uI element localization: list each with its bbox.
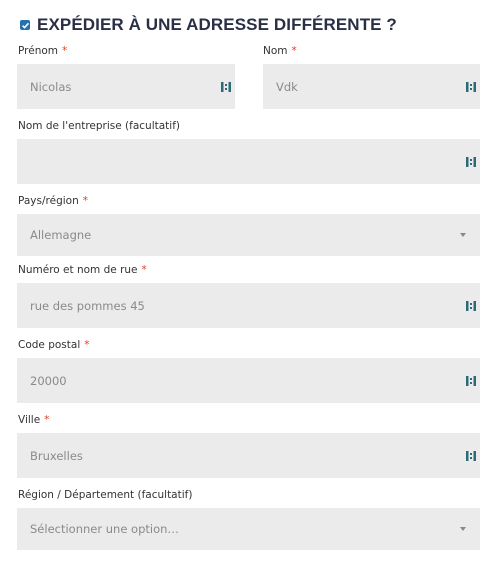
street-label: Numéro et nom de rue * xyxy=(18,264,147,276)
city-value: Bruxelles xyxy=(30,448,83,463)
country-label: Pays/région * xyxy=(18,195,88,207)
city-label: Ville * xyxy=(18,414,49,426)
street-label-text: Numéro et nom de rue xyxy=(18,264,138,276)
required-mark: * xyxy=(82,195,88,207)
ship-to-different-address-heading: EXPÉDIER À UNE ADRESSE DIFFÉRENTE ? xyxy=(20,14,397,36)
required-mark: * xyxy=(84,339,90,351)
postcode-label: Code postal * xyxy=(18,339,90,351)
region-select[interactable]: Sélectionner une option… xyxy=(17,508,480,550)
postcode-field[interactable]: 20000 xyxy=(17,358,480,403)
company-label: Nom de l'entreprise (facultatif) xyxy=(18,120,180,132)
country-label-text: Pays/région xyxy=(18,195,79,207)
postcode-value: 20000 xyxy=(30,373,67,388)
region-label: Région / Département (facultatif) xyxy=(18,489,192,501)
required-mark: * xyxy=(62,45,68,57)
password-manager-icon[interactable] xyxy=(466,375,476,387)
first-name-field[interactable]: Nicolas xyxy=(17,64,235,109)
chevron-down-icon xyxy=(460,233,466,237)
postcode-label-text: Code postal xyxy=(18,339,81,351)
password-manager-icon[interactable] xyxy=(466,81,476,93)
last-name-label-text: Nom xyxy=(263,45,288,57)
last-name-field[interactable]: Vdk xyxy=(263,64,480,109)
region-placeholder: Sélectionner une option… xyxy=(30,522,179,536)
password-manager-icon[interactable] xyxy=(466,450,476,462)
required-mark: * xyxy=(291,45,297,57)
password-manager-icon[interactable] xyxy=(221,81,231,93)
company-label-text: Nom de l'entreprise (facultatif) xyxy=(18,120,181,132)
password-manager-icon[interactable] xyxy=(466,300,476,312)
country-value: Allemagne xyxy=(30,228,92,242)
city-field[interactable]: Bruxelles xyxy=(17,433,480,478)
ship-to-different-address-checkbox[interactable] xyxy=(20,20,30,30)
chevron-down-icon xyxy=(460,527,466,531)
first-name-value: Nicolas xyxy=(30,79,72,94)
company-field[interactable] xyxy=(17,139,480,184)
first-name-label: Prénom * xyxy=(18,45,67,57)
ship-to-different-address-label: EXPÉDIER À UNE ADRESSE DIFFÉRENTE ? xyxy=(37,15,397,34)
country-select[interactable]: Allemagne xyxy=(17,214,480,256)
street-value: rue des pommes 45 xyxy=(30,298,145,313)
required-mark: * xyxy=(44,414,50,426)
street-field[interactable]: rue des pommes 45 xyxy=(17,283,480,328)
check-icon xyxy=(21,22,29,29)
city-label-text: Ville xyxy=(18,414,41,426)
region-label-text: Région / Département (facultatif) xyxy=(18,489,193,501)
password-manager-icon[interactable] xyxy=(466,156,476,168)
last-name-value: Vdk xyxy=(276,79,298,94)
last-name-label: Nom * xyxy=(263,45,297,57)
required-mark: * xyxy=(141,264,147,276)
first-name-label-text: Prénom xyxy=(18,45,59,57)
